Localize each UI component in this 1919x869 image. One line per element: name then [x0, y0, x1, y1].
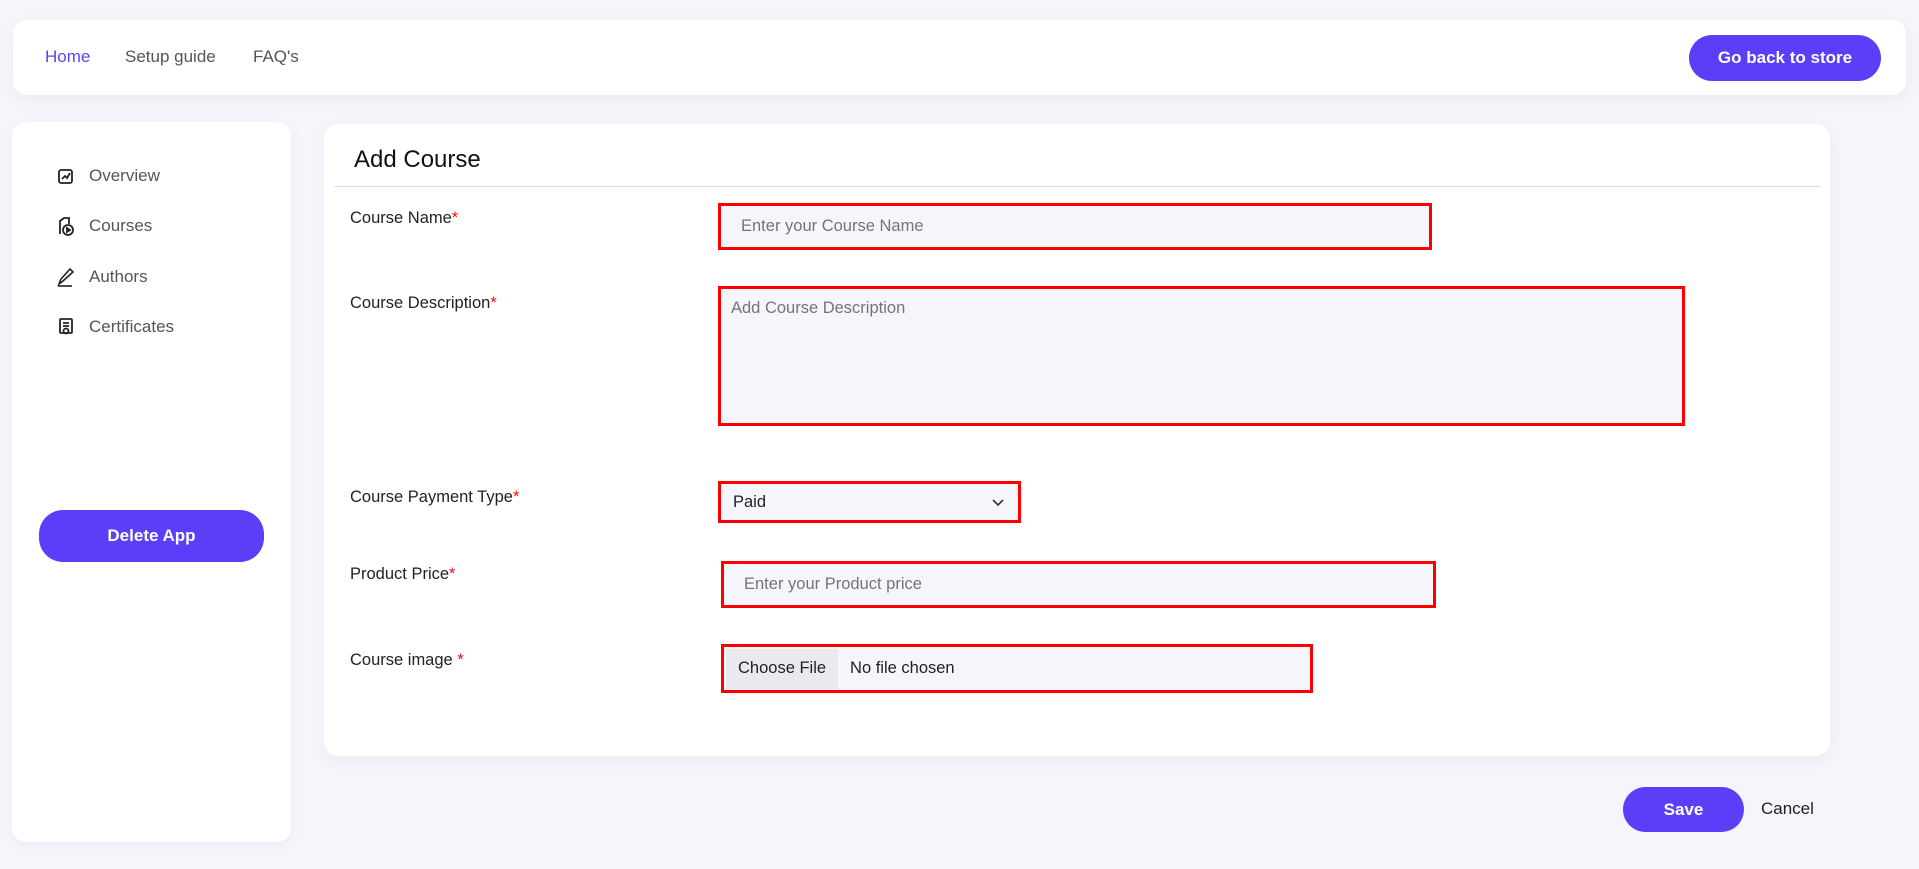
top-nav: Home Setup guide FAQ's Go back to store [13, 20, 1906, 95]
course-description-label: Course Description* [350, 294, 497, 312]
chart-edit-icon [55, 165, 77, 187]
chevron-down-icon [992, 493, 1004, 512]
sidebar-item-authors[interactable]: Authors [55, 266, 148, 288]
nav-faqs[interactable]: FAQ's [253, 47, 299, 67]
go-back-to-store-button[interactable]: Go back to store [1689, 35, 1881, 81]
pen-icon [55, 266, 77, 288]
product-price-label: Product Price* [350, 565, 456, 583]
page-title: Add Course [354, 146, 481, 173]
divider [334, 186, 1821, 187]
sidebar-item-label: Authors [89, 267, 148, 286]
save-button[interactable]: Save [1623, 787, 1744, 832]
delete-app-button[interactable]: Delete App [39, 510, 264, 562]
sidebar-item-overview[interactable]: Overview [55, 165, 160, 187]
sidebar-item-certificates[interactable]: Certificates [55, 316, 174, 338]
nav-home[interactable]: Home [45, 47, 90, 67]
sidebar-item-courses[interactable]: Courses [55, 215, 152, 237]
course-image-file-input[interactable]: Choose File No file chosen [721, 644, 1313, 693]
payment-type-select[interactable]: Paid [718, 481, 1021, 523]
payment-type-value: Paid [733, 492, 767, 511]
sidebar-item-label: Certificates [89, 317, 175, 336]
choose-file-button[interactable]: Choose File [726, 648, 839, 689]
payment-type-label: Course Payment Type* [350, 488, 520, 506]
file-status: No file chosen [850, 659, 955, 677]
add-course-form: Add Course Course Name* Course Descripti… [324, 124, 1830, 756]
nav-setup-guide[interactable]: Setup guide [125, 47, 216, 67]
sidebar-item-label: Courses [89, 216, 153, 235]
course-name-input[interactable] [718, 203, 1432, 250]
cancel-button[interactable]: Cancel [1761, 799, 1814, 819]
course-name-label: Course Name* [350, 209, 459, 227]
certificate-icon [55, 316, 77, 338]
sidebar: Overview Courses Authors Certificates De… [12, 122, 291, 842]
product-price-input[interactable] [721, 561, 1436, 608]
sidebar-item-label: Overview [89, 166, 160, 185]
course-description-textarea[interactable] [718, 286, 1685, 426]
course-video-icon [55, 215, 77, 237]
course-image-label: Course image * [350, 651, 464, 669]
